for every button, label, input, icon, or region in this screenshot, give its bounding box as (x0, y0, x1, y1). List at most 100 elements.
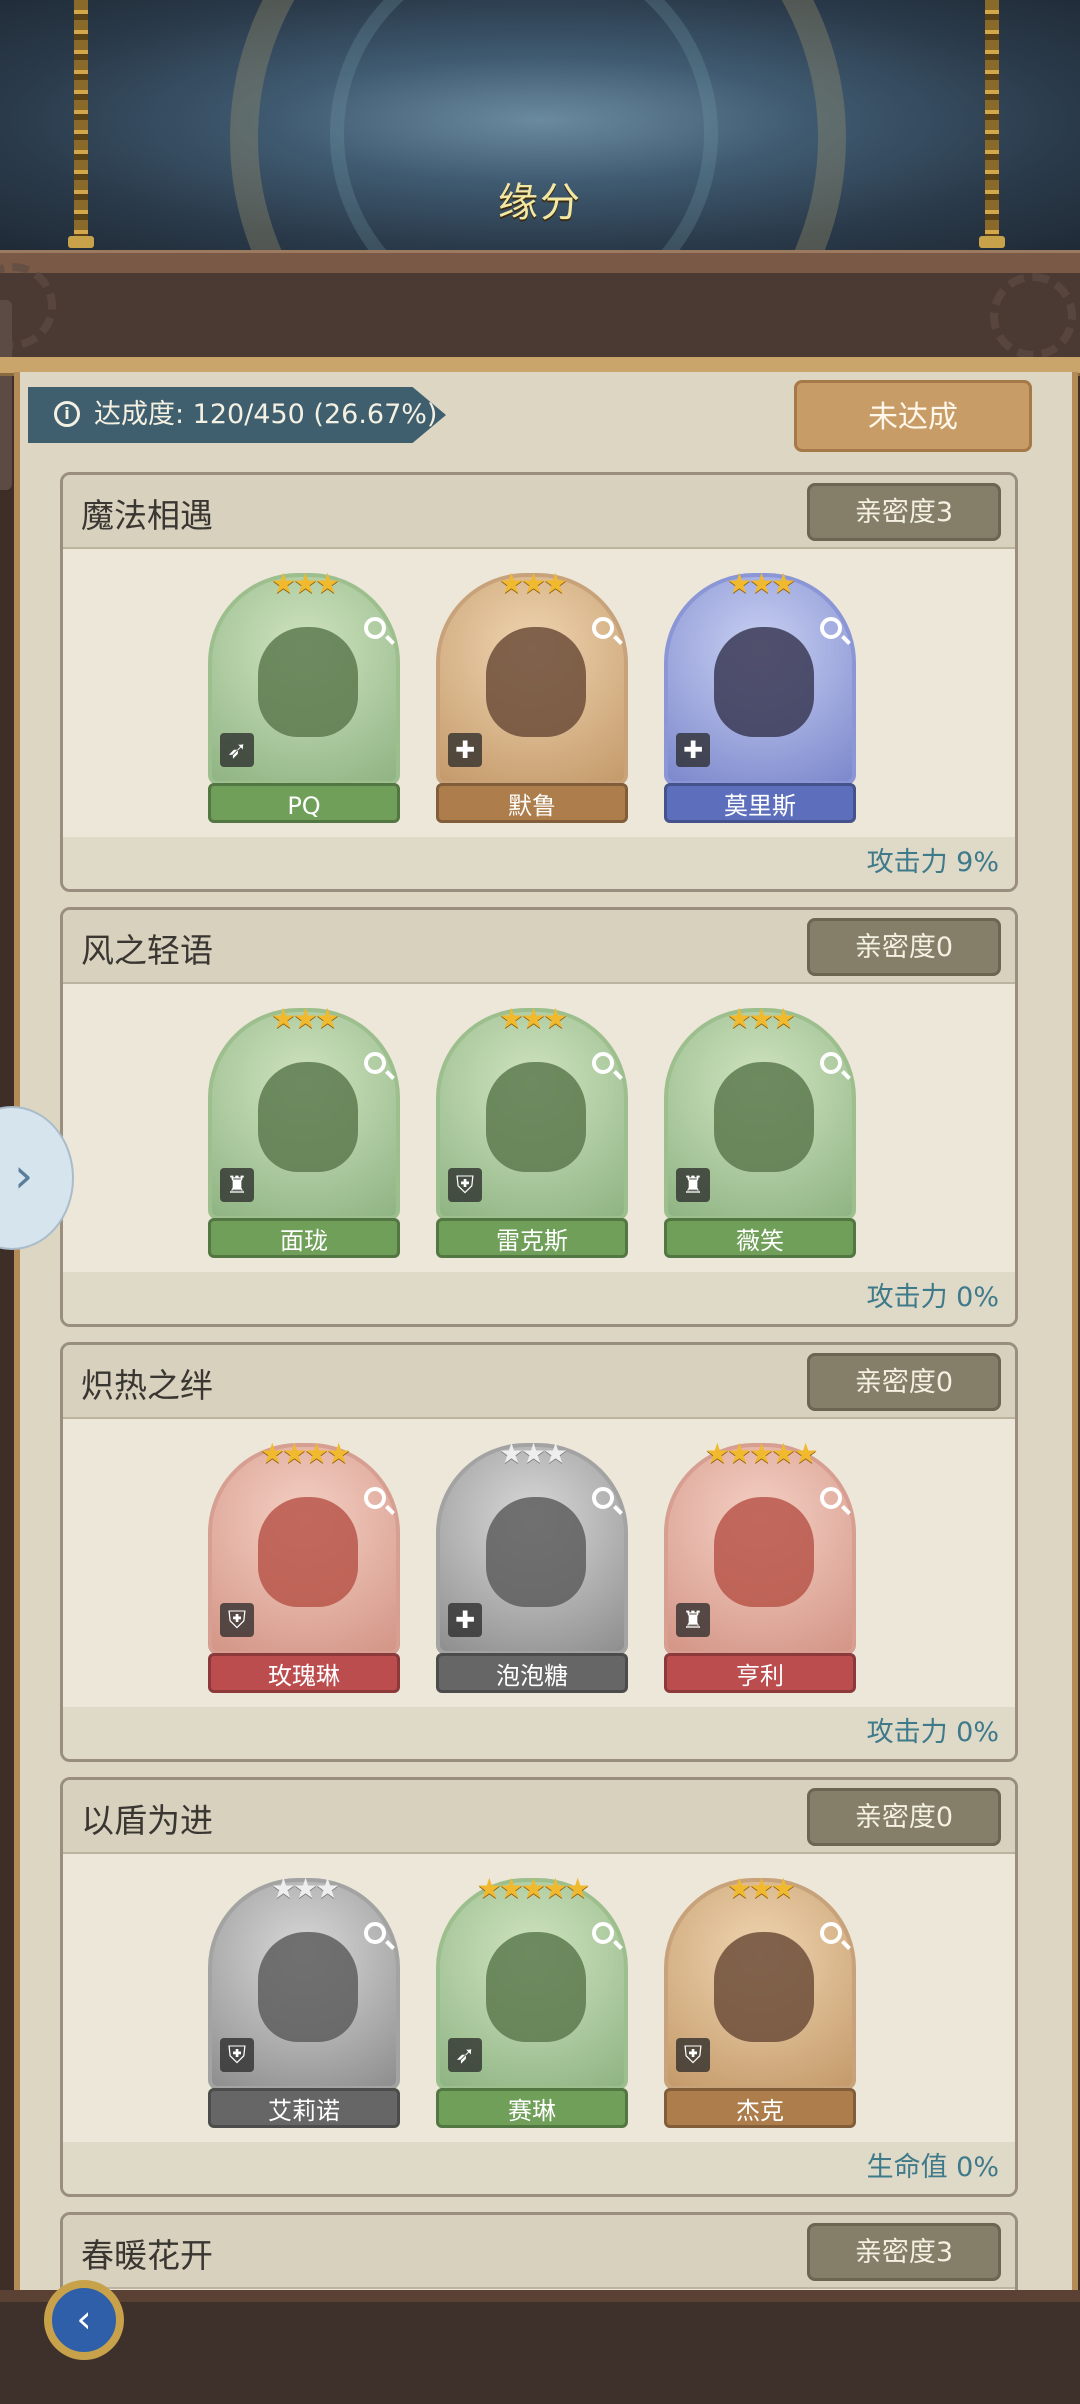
hero-card[interactable]: ★★★ ♜ 面珑 (208, 1002, 400, 1258)
magnify-icon[interactable] (820, 1052, 842, 1074)
magnify-icon[interactable] (592, 617, 614, 639)
hero-name: 莫里斯 (664, 783, 856, 823)
star-rating: ★★★★ (259, 1437, 351, 1470)
page-title: 缘分 (498, 180, 582, 226)
hero-card[interactable]: ★★★ ✚ 默鲁 (436, 567, 628, 823)
magnify-icon[interactable] (364, 1487, 386, 1509)
affinity-button[interactable]: 亲密度3 (807, 483, 1001, 541)
magnify-icon[interactable] (364, 617, 386, 639)
hero-row: ★★★ ⛨ 艾莉诺 ★★★★★ ➶ 赛琳 ★★★ ⛨ 杰克 (208, 1872, 888, 2128)
star-rating: ★★★ (726, 567, 796, 600)
magnify-icon[interactable] (592, 1052, 614, 1074)
hero-card[interactable]: ★★★★ ⛨ 玫瑰琳 (208, 1437, 400, 1693)
bond-card-footer: 攻击力 0% (63, 1707, 1015, 1759)
star-rating: ★★★ (726, 1002, 796, 1035)
sword-icon: ♜ (676, 1603, 710, 1637)
star-rating: ★★★ (498, 1437, 568, 1470)
affinity-button[interactable]: 亲密度0 (807, 918, 1001, 976)
hero-card[interactable]: ★★★ ⛨ 杰克 (664, 1872, 856, 2128)
bond-bonus: 生命值 0% (866, 2152, 999, 2183)
bond-card: 春暖花开 亲密度3 (60, 2212, 1018, 2292)
bond-bonus: 攻击力 9% (866, 847, 999, 878)
hero-card[interactable]: ★★★ ♜ 薇笑 (664, 1002, 856, 1258)
bond-list-panel[interactable]: i 达成度: 120/450 (26.67%) 未达成 魔法相遇 亲密度3 ★★… (14, 372, 1078, 2292)
bond-card-header: 风之轻语 亲密度0 (63, 910, 1015, 984)
completion-text: 达成度: 120/450 (26.67%) (94, 399, 438, 430)
magnify-icon[interactable] (592, 1487, 614, 1509)
chevron-right-icon: › (14, 1148, 34, 1204)
shield-icon: ⛨ (676, 2038, 710, 2072)
bond-card-header: 炽热之绊 亲密度0 (63, 1345, 1015, 1419)
hero-card[interactable]: ★★★ ⛨ 艾莉诺 (208, 1872, 400, 2128)
bond-card-header: 魔法相遇 亲密度3 (63, 475, 1015, 549)
hero-name: 泡泡糖 (436, 1653, 628, 1693)
affinity-button[interactable]: 亲密度0 (807, 1353, 1001, 1411)
affinity-button[interactable]: 亲密度0 (807, 1788, 1001, 1846)
hero-row: ★★★★ ⛨ 玫瑰琳 ★★★ ✚ 泡泡糖 ★★★★★ ♜ 亨利 (208, 1437, 888, 1693)
magnify-icon[interactable] (364, 1922, 386, 1944)
bond-name: 春暖花开 (81, 2236, 213, 2275)
healer-icon: ✚ (448, 1603, 482, 1637)
magnify-icon[interactable] (820, 1922, 842, 1944)
bond-bonus: 攻击力 0% (866, 1282, 999, 1313)
bow-icon: ➶ (448, 2038, 482, 2072)
hero-name: 玫瑰琳 (208, 1653, 400, 1693)
bond-bonus: 攻击力 0% (866, 1717, 999, 1748)
healer-icon: ✚ (448, 733, 482, 767)
bow-icon: ➶ (220, 733, 254, 767)
hero-card[interactable]: ★★★ ✚ 莫里斯 (664, 567, 856, 823)
bond-card: 以盾为进 亲密度0 ★★★ ⛨ 艾莉诺 ★★★★★ ➶ 赛琳 ★★★ ⛨ 杰克 … (60, 1777, 1018, 2197)
sword-icon: ♜ (676, 1168, 710, 1202)
magnify-icon[interactable] (364, 1052, 386, 1074)
hero-name: PQ (208, 783, 400, 823)
affinity-button[interactable]: 亲密度3 (807, 2223, 1001, 2281)
bottom-bar (0, 2290, 1080, 2404)
star-rating: ★★★ (270, 1872, 340, 1905)
healer-icon: ✚ (676, 733, 710, 767)
bond-name: 风之轻语 (81, 931, 213, 970)
bond-name: 魔法相遇 (81, 496, 213, 535)
hero-card[interactable]: ★★★ ⛨ 雷克斯 (436, 1002, 628, 1258)
hero-card[interactable]: ★★★★★ ♜ 亨利 (664, 1437, 856, 1693)
hero-card[interactable]: ★★★ ✚ 泡泡糖 (436, 1437, 628, 1693)
shield-icon: ⛨ (448, 1168, 482, 1202)
star-rating: ★★★ (270, 1002, 340, 1035)
magnify-icon[interactable] (820, 617, 842, 639)
bond-card-footer: 攻击力 9% (63, 837, 1015, 889)
star-rating: ★★★ (270, 567, 340, 600)
bond-card: 风之轻语 亲密度0 ★★★ ♜ 面珑 ★★★ ⛨ 雷克斯 ★★★ ♜ 薇笑 攻击… (60, 907, 1018, 1327)
magnify-icon[interactable] (592, 1922, 614, 1944)
bond-name: 以盾为进 (81, 1801, 213, 1840)
star-rating: ★★★★★ (704, 1437, 819, 1470)
hero-name: 杰克 (664, 2088, 856, 2128)
star-rating: ★★★★★ (476, 1872, 591, 1905)
hero-name: 艾莉诺 (208, 2088, 400, 2128)
back-button[interactable]: ‹ (44, 2280, 124, 2360)
hero-name: 薇笑 (664, 1218, 856, 1258)
header-banner: 缘分 (0, 0, 1080, 250)
completion-progress: i 达成度: 120/450 (26.67%) (28, 387, 446, 443)
hero-row: ★★★ ♜ 面珑 ★★★ ⛨ 雷克斯 ★★★ ♜ 薇笑 (208, 1002, 888, 1258)
magnify-icon[interactable] (820, 1487, 842, 1509)
status-button[interactable]: 未达成 (794, 380, 1032, 452)
hero-name: 赛琳 (436, 2088, 628, 2128)
hero-name: 默鲁 (436, 783, 628, 823)
hero-name: 面珑 (208, 1218, 400, 1258)
sword-icon: ♜ (220, 1168, 254, 1202)
hero-card[interactable]: ★★★ ➶ PQ (208, 567, 400, 823)
bond-card-footer: 生命值 0% (63, 2142, 1015, 2194)
bond-card: 炽热之绊 亲密度0 ★★★★ ⛨ 玫瑰琳 ★★★ ✚ 泡泡糖 ★★★★★ ♜ 亨… (60, 1342, 1018, 1762)
bond-card: 魔法相遇 亲密度3 ★★★ ➶ PQ ★★★ ✚ 默鲁 ★★★ ✚ 莫里斯 攻击… (60, 472, 1018, 892)
info-icon[interactable]: i (54, 401, 80, 427)
hero-name: 亨利 (664, 1653, 856, 1693)
left-edge-tab[interactable] (0, 300, 12, 490)
shield-icon: ⛨ (220, 1603, 254, 1637)
star-rating: ★★★ (498, 567, 568, 600)
shield-icon: ⛨ (220, 2038, 254, 2072)
bond-card-header: 以盾为进 亲密度0 (63, 1780, 1015, 1854)
hero-card[interactable]: ★★★★★ ➶ 赛琳 (436, 1872, 628, 2128)
bond-name: 炽热之绊 (81, 1366, 213, 1405)
bond-card-footer: 攻击力 0% (63, 1272, 1015, 1324)
star-rating: ★★★ (726, 1872, 796, 1905)
bond-card-header: 春暖花开 亲密度3 (63, 2215, 1015, 2289)
